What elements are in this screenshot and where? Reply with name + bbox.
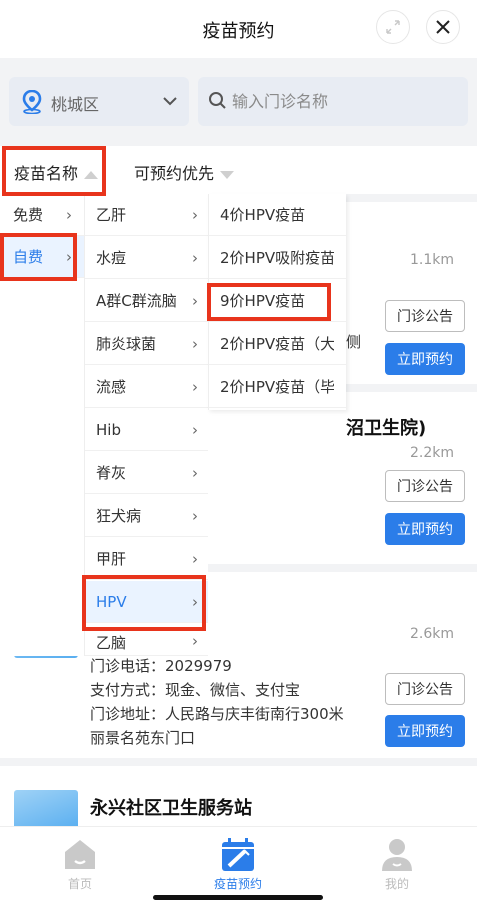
category-label: 肺炎球菌 xyxy=(96,335,157,353)
notice-button[interactable]: 门诊公告 xyxy=(385,470,465,502)
location-pin-icon xyxy=(22,90,42,114)
chevron-right-icon: › xyxy=(192,334,198,353)
chevron-right-icon: › xyxy=(192,463,198,482)
chevron-right-icon: › xyxy=(192,632,198,650)
category-label: 乙脑 xyxy=(96,634,127,652)
chevron-right-icon: › xyxy=(192,506,198,525)
category-item[interactable]: 狂犬病 › xyxy=(85,495,208,537)
category-label: 狂犬病 xyxy=(96,507,142,525)
chevron-down-icon xyxy=(163,97,177,106)
calendar-syringe-icon xyxy=(222,838,254,871)
book-button[interactable]: 立即预约 xyxy=(385,715,465,747)
tab-vaccine-label: 疫苗预约 xyxy=(213,877,262,891)
priority-filter-label: 可预约优先 xyxy=(134,164,215,183)
category-label: 流感 xyxy=(96,378,127,396)
tab-home[interactable]: 首页 xyxy=(40,833,120,893)
highlight-box xyxy=(207,283,331,321)
clinic-address-cont: 丽景名苑东门口 xyxy=(90,729,196,747)
book-button[interactable]: 立即预约 xyxy=(385,343,465,375)
chevron-right-icon: › xyxy=(192,549,198,568)
chevron-right-icon: › xyxy=(66,205,72,224)
vaccine-item[interactable]: 4价HPV疫苗 xyxy=(209,194,346,236)
chevron-right-icon: › xyxy=(192,377,198,396)
home-indicator xyxy=(153,895,323,900)
clinic-card[interactable]: 永兴社区卫生服务站 xyxy=(0,766,477,830)
clinic-title: 永兴社区卫生服务站 xyxy=(90,798,252,819)
distance: 2.2km xyxy=(409,445,454,461)
clinic-payment: 支付方式：现金、微信、支付宝 xyxy=(90,681,301,699)
distance: 1.1km xyxy=(409,252,454,268)
category-label: 水痘 xyxy=(96,249,127,267)
chevron-right-icon: › xyxy=(192,205,198,224)
clinic-text-fragment: 侧 xyxy=(346,333,362,351)
person-icon xyxy=(382,839,412,871)
highlight-box xyxy=(0,233,77,281)
search-bar: 桃城区 xyxy=(0,66,477,138)
vaccine-label: 2价HPV疫苗（大 xyxy=(220,335,334,353)
vaccine-label: 4价HPV疫苗 xyxy=(220,206,306,224)
clinic-title: 沼卫生院) xyxy=(346,418,427,439)
tab-me-label: 我的 xyxy=(384,877,409,891)
vaccine-label: 2价HPV疫苗（毕 xyxy=(220,378,334,396)
priority-filter[interactable]: 可预约优先 xyxy=(134,160,235,184)
fee-type-label: 免费 xyxy=(13,206,44,224)
tab-vaccine[interactable]: 疫苗预约 xyxy=(198,833,278,893)
search-input[interactable] xyxy=(232,87,457,115)
category-item[interactable]: 水痘 › xyxy=(85,237,208,279)
notice-button[interactable]: 门诊公告 xyxy=(385,673,465,705)
clinic-address: 门诊地址：人民路与庆丰街南行300米 xyxy=(90,705,344,723)
category-item[interactable]: A群C群流脑 › xyxy=(85,280,208,322)
category-item[interactable]: 肺炎球菌 › xyxy=(85,323,208,365)
close-button[interactable] xyxy=(426,10,460,44)
chevron-right-icon: › xyxy=(192,291,198,310)
triangle-down-icon xyxy=(220,170,235,179)
title-bar: 疫苗预约 xyxy=(0,0,477,58)
category-label: 脊灰 xyxy=(96,464,127,482)
highlight-box xyxy=(2,146,106,196)
vaccine-item[interactable]: 2价HPV疫苗（毕 xyxy=(209,366,346,408)
expand-icon[interactable] xyxy=(376,10,410,44)
fee-type-item[interactable]: 免费 › xyxy=(0,194,84,236)
category-item[interactable]: 乙肝 › xyxy=(85,194,208,236)
vaccine-label: 2价HPV吸附疫苗 xyxy=(220,249,334,267)
book-button[interactable]: 立即预约 xyxy=(385,513,465,545)
clinic-search[interactable] xyxy=(198,77,468,126)
close-icon xyxy=(436,20,450,34)
category-label: 乙肝 xyxy=(96,206,127,224)
highlight-box xyxy=(82,575,206,631)
category-item[interactable]: Hib › xyxy=(85,409,208,451)
district-label: 桃城区 xyxy=(51,95,100,114)
category-label: 甲肝 xyxy=(96,550,127,568)
category-item[interactable]: 脊灰 › xyxy=(85,452,208,494)
search-icon xyxy=(209,92,226,109)
chevron-right-icon: › xyxy=(192,420,198,439)
clinic-thumbnail xyxy=(14,790,78,830)
vaccine-item[interactable]: 2价HPV疫苗（大 xyxy=(209,323,346,365)
district-selector[interactable]: 桃城区 xyxy=(9,77,189,126)
chevron-right-icon: › xyxy=(192,248,198,267)
distance: 2.6km xyxy=(409,626,454,642)
category-item[interactable]: 流感 › xyxy=(85,366,208,408)
category-label: A群C群流脑 xyxy=(96,292,177,310)
category-label: Hib xyxy=(96,420,121,439)
tab-home-label: 首页 xyxy=(67,877,92,891)
category-item[interactable]: 甲肝 › xyxy=(85,538,208,580)
notice-button[interactable]: 门诊公告 xyxy=(385,300,465,332)
clinic-phone: 门诊电话：2029979 xyxy=(90,657,232,675)
tab-me[interactable]: 我的 xyxy=(357,833,437,893)
vaccine-item[interactable]: 2价HPV吸附疫苗 xyxy=(209,237,346,279)
home-icon xyxy=(65,840,95,869)
